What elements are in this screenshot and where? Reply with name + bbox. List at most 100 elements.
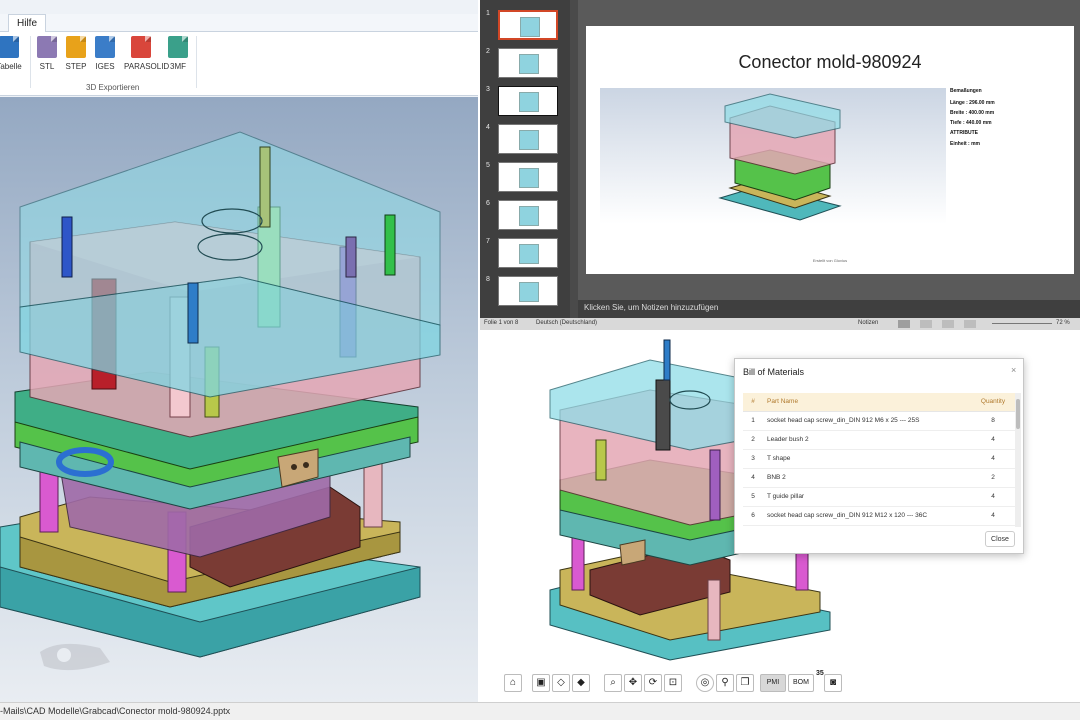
slide-thumbnail[interactable]: [498, 48, 558, 78]
bom-cell-part-name: socket head cap screw_din_DIN 912 M12 x …: [763, 506, 971, 526]
export-tabelle-button[interactable]: Tabelle: [0, 36, 26, 76]
table-export-icon: [0, 36, 19, 58]
status-language[interactable]: Deutsch (Deutschland): [536, 320, 597, 326]
slide-thumbnail[interactable]: [498, 200, 558, 230]
zoom-box-icon[interactable]: ⊡: [664, 674, 682, 692]
bom-col-quantity[interactable]: Quantity: [971, 393, 1015, 412]
slide-number: 5: [486, 162, 490, 169]
thumbnail-scrollbar[interactable]: [570, 0, 578, 318]
ribbon-separator: [196, 36, 197, 88]
bom-cell-number: 3: [743, 449, 763, 469]
bom-count-badge: 35: [816, 670, 824, 677]
table-row[interactable]: 3 T shape 4: [743, 449, 1015, 469]
bom-cell-quantity: 4: [971, 430, 1015, 450]
pmi-button[interactable]: PMI: [760, 674, 786, 692]
zoom-level[interactable]: 72 %: [1056, 320, 1070, 326]
viewer-toolbar: ⌂ ▣ ◇ ◆ ⌕ ✥ ⟳ ⊡ ◎ ⚲ ❐ PMI BOM 35 ◙: [504, 670, 844, 694]
slide-meta-line: Bemaßungen: [950, 88, 982, 94]
slide-thumb-image: [519, 282, 539, 302]
bom-cell-part-name: T shape: [763, 449, 971, 469]
wireframe-view-icon[interactable]: ◇: [552, 674, 570, 692]
export-parasolid-button[interactable]: PARASOLID: [124, 36, 169, 76]
slide-footer: Erstellt von Glovius: [812, 258, 848, 263]
section-icon[interactable]: ◎: [696, 674, 714, 692]
ribbon-group-label: 3D Exportieren: [86, 83, 140, 92]
mold-3d-model[interactable]: [0, 97, 478, 702]
bom-cell-number: 2: [743, 430, 763, 450]
file-path-bar: -Mails\CAD Modelle\Grabcad\Conector mold…: [0, 702, 1080, 720]
pan-icon[interactable]: ✥: [624, 674, 642, 692]
export-3mf-button[interactable]: 3MF: [161, 36, 195, 76]
slide-number: 4: [486, 124, 490, 131]
slide-number: 3: [486, 86, 490, 93]
ribbon: Tabelle STL STEP IGES PARASOLID 3MF 3D E…: [0, 32, 478, 96]
slide-meta-line: ATTRIBUTE: [950, 130, 978, 136]
copy-icon[interactable]: ❐: [736, 674, 754, 692]
table-row[interactable]: 1 socket head cap screw_din_DIN 912 M6 x…: [743, 411, 1015, 431]
status-notes-button[interactable]: Notizen: [858, 320, 878, 326]
tab-hilfe[interactable]: Hilfe: [8, 14, 47, 33]
shaded-view-icon[interactable]: ◆: [572, 674, 590, 692]
slide-thumbnail[interactable]: [498, 124, 558, 154]
bom-cell-number: 1: [743, 411, 763, 431]
bom-button[interactable]: BOM: [788, 674, 814, 692]
slide-thumbnail[interactable]: [498, 86, 558, 116]
ppt-status-bar: Folie 1 von 8 Deutsch (Deutschland) Noti…: [480, 318, 1080, 330]
bom-cell-part-name: Leader bush 2: [763, 430, 971, 450]
ribbon-tab-bar: Hilfe: [0, 14, 478, 33]
bom-col-part-name[interactable]: Part Name: [763, 393, 971, 412]
slide-number: 2: [486, 48, 490, 55]
slide-thumb-image: [519, 54, 539, 74]
close-icon[interactable]: ×: [1011, 365, 1016, 375]
table-row[interactable]: 5 T guide pillar 4: [743, 487, 1015, 507]
slide-meta-line: Einheit : mm: [950, 141, 981, 147]
cad-viewport[interactable]: [0, 97, 478, 702]
bom-header-row: # Part Name Quantity: [743, 393, 1015, 412]
slide-number: 8: [486, 276, 490, 283]
slide-thumbnail-pane[interactable]: 1 2 3 4 5 6 7 8: [480, 0, 578, 318]
bom-col-number[interactable]: #: [743, 393, 763, 412]
stl-file-icon: [37, 36, 57, 58]
slide-model-image: [600, 88, 946, 224]
zoom-icon[interactable]: ⌕: [604, 674, 622, 692]
slide-thumbnail[interactable]: [498, 238, 558, 268]
close-button[interactable]: Close: [985, 531, 1015, 547]
zoom-slider[interactable]: [992, 323, 1052, 324]
camera-icon[interactable]: ◙: [824, 674, 842, 692]
slide-meta-line: Tiefe : 440.00 mm: [950, 120, 992, 126]
slide-thumb-image: [520, 17, 540, 37]
notes-pane[interactable]: Klicken Sie, um Notizen hinzuzufügen: [578, 300, 1080, 318]
bom-cell-quantity: 4: [971, 449, 1015, 469]
table-row[interactable]: 6 socket head cap screw_din_DIN 912 M12 …: [743, 506, 1015, 526]
slide-mold-image: [718, 93, 842, 221]
home-icon[interactable]: ⌂: [504, 674, 522, 692]
rotate-icon[interactable]: ⟳: [644, 674, 662, 692]
bom-cell-quantity: 4: [971, 506, 1015, 526]
explode-icon[interactable]: ⚲: [716, 674, 734, 692]
export-iges-button[interactable]: IGES: [88, 36, 122, 76]
slide-canvas[interactable]: Conector mold-980924 Bemaßungen Länge : …: [586, 26, 1074, 274]
cad-app-window: Hilfe Tabelle STL STEP IGES PARASOLID 3M…: [0, 0, 478, 702]
bom-cell-quantity: 2: [971, 468, 1015, 488]
slide-thumbnail[interactable]: [498, 162, 558, 192]
3mf-file-icon: [168, 36, 188, 58]
slide-sorter-icon[interactable]: [920, 320, 932, 328]
bom-cell-quantity: 8: [971, 411, 1015, 431]
slide-thumbnail[interactable]: [498, 10, 558, 40]
reading-view-icon[interactable]: [942, 320, 954, 328]
parasolid-file-icon: [131, 36, 151, 58]
bom-cell-number: 5: [743, 487, 763, 507]
table-row[interactable]: 4 BNB 2 2: [743, 468, 1015, 488]
slideshow-icon[interactable]: [964, 320, 976, 328]
bom-cell-part-name: BNB 2: [763, 468, 971, 488]
table-row[interactable]: 2 Leader bush 2 4: [743, 430, 1015, 450]
slide-thumbnail[interactable]: [498, 276, 558, 306]
status-slide-count: Folie 1 von 8: [484, 320, 519, 326]
bom-dialog-title: Bill of Materials: [743, 367, 805, 377]
normal-view-icon[interactable]: [898, 320, 910, 328]
bom-scrollbar[interactable]: [1015, 393, 1021, 527]
cube-view-icon[interactable]: ▣: [532, 674, 550, 692]
step-file-icon: [66, 36, 86, 58]
iges-file-icon: [95, 36, 115, 58]
bom-cell-part-name: socket head cap screw_din_DIN 912 M6 x 2…: [763, 411, 971, 431]
